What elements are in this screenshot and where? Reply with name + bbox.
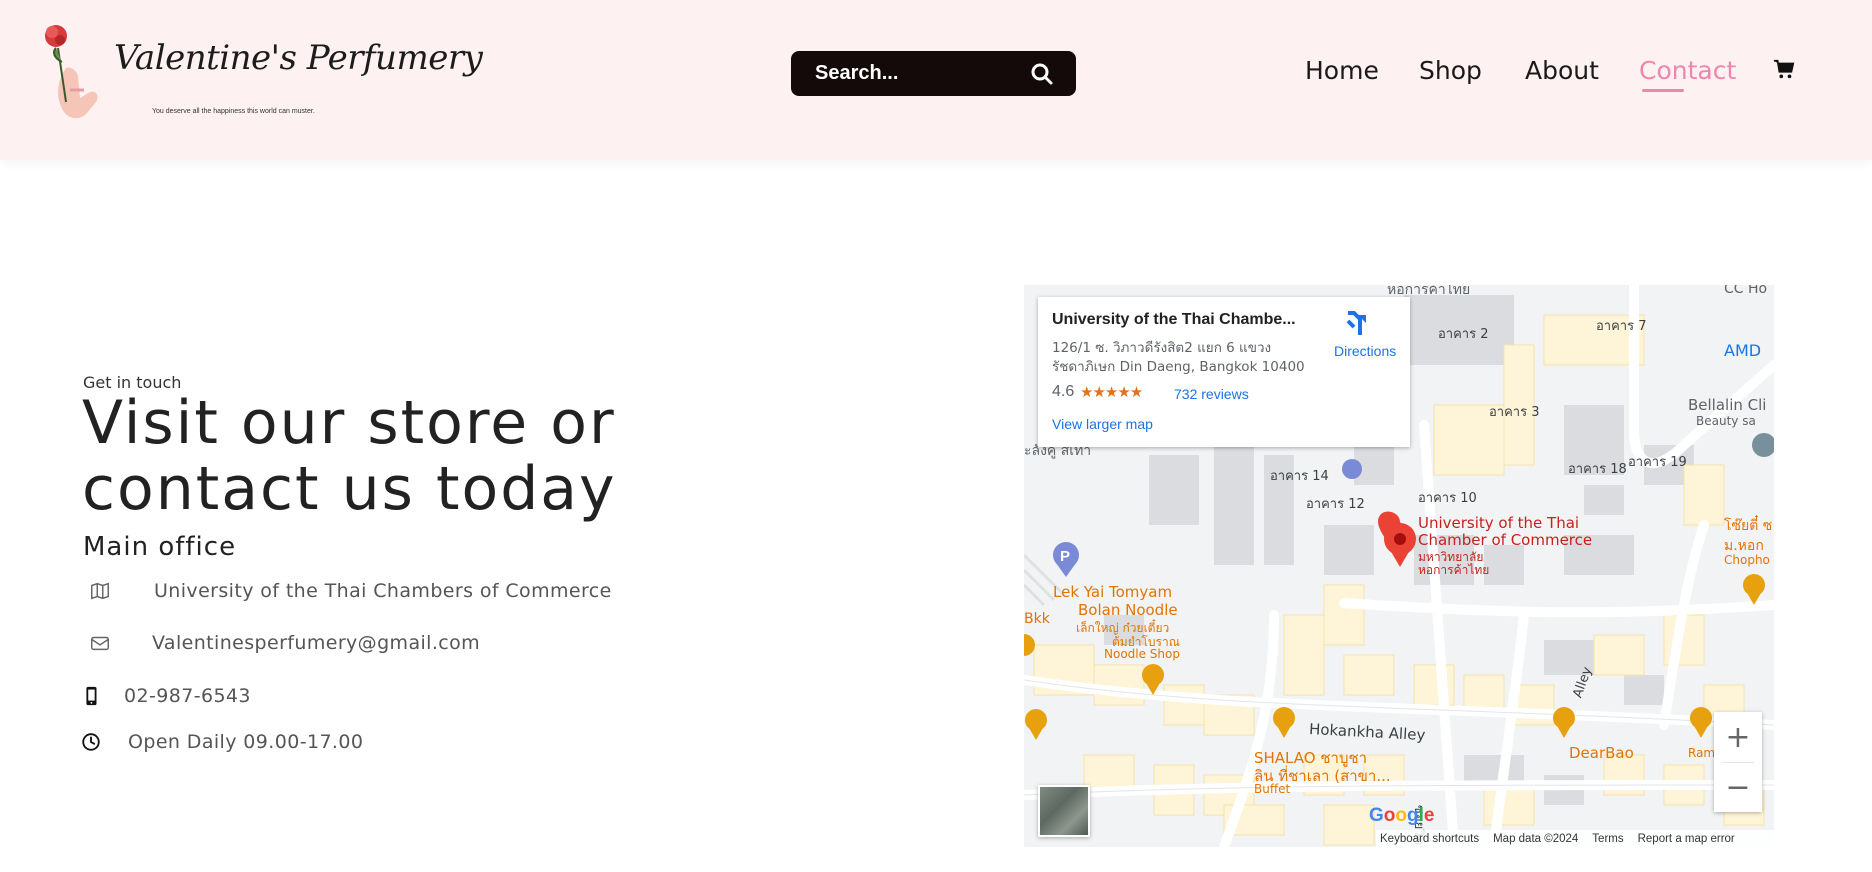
map-place-card: University of the Thai Chambe... 126/1 ซ… <box>1038 297 1410 447</box>
nav-shop[interactable]: Shop <box>1419 56 1482 85</box>
card-rating: 4.6 <box>1052 383 1075 400</box>
card-reviews-link[interactable]: 732 reviews <box>1174 386 1249 402</box>
map-place-name-en-2[interactable]: Chamber of Commerce <box>1418 531 1592 549</box>
svg-text:P: P <box>1060 548 1070 565</box>
satellite-toggle[interactable] <box>1038 785 1090 837</box>
map-label-dearbao[interactable]: DearBao <box>1569 744 1634 762</box>
map-attribution-bar: Keyboard shortcuts Map data ©2024 Terms … <box>1376 830 1774 847</box>
brand-name: Valentine's Perfumery <box>114 38 483 78</box>
map-label-building-14: อาคาร 14 <box>1270 469 1329 484</box>
search-icon[interactable] <box>1030 62 1054 86</box>
map-label-building-12: อาคาร 12 <box>1306 497 1365 512</box>
card-stars: ★★★★★ <box>1080 384 1143 401</box>
map-label-noodle-shop: Noodle Shop <box>1104 647 1180 661</box>
map-label-sushi-en: Chopho <box>1724 553 1770 567</box>
zoom-controls: + − <box>1714 712 1762 812</box>
map-label-bkk: Bkk <box>1024 611 1050 627</box>
map-label-building-18: อาคาร 18 <box>1568 462 1627 477</box>
map-label-buffet: Buffet <box>1254 782 1291 796</box>
google-logo: Google <box>1369 805 1435 826</box>
map-label-building-2: อาคาร 2 <box>1438 327 1489 342</box>
card-address-line-1: 126/1 ซ. วิภาวดีรังสิต2 แยก 6 แขวง <box>1052 340 1272 356</box>
card-address-line-2: รัชดาภิเษก Din Daeng, Bangkok 10400 <box>1052 359 1305 375</box>
nav-about[interactable]: About <box>1525 56 1599 85</box>
map-data-text: Map data ©2024 <box>1493 832 1579 845</box>
phone-row: 02-987-6543 <box>80 685 251 707</box>
page-headline: Visit our store or contact us today <box>82 388 617 524</box>
map-label-beauty: Beauty sa <box>1696 414 1756 428</box>
map-place-name-th-2: หอการค้าไทย <box>1418 563 1490 577</box>
map-label-ram: Ram <box>1688 746 1716 760</box>
card-title: University of the Thai Chambe... <box>1052 311 1296 328</box>
address-text: University of the Thai Chambers of Comme… <box>154 580 612 602</box>
phone-text[interactable]: 02-987-6543 <box>124 685 251 707</box>
map-label-cchouse: CC Ho <box>1724 285 1768 297</box>
terms-link[interactable]: Terms <box>1592 833 1623 845</box>
map-label-building-10: อาคาร 10 <box>1418 491 1477 506</box>
hours-row: Open Daily 09.00-17.00 <box>80 731 363 753</box>
address-row: University of the Thai Chambers of Comme… <box>89 580 612 602</box>
site-header: Valentine's Perfumery You deserve all th… <box>0 0 1872 160</box>
map-label-building-7: อาคาร 7 <box>1596 319 1647 334</box>
search-input[interactable]: Search... <box>815 62 898 85</box>
cart-icon[interactable] <box>1773 58 1795 80</box>
map-label-bolan[interactable]: Bolan Noodle <box>1078 601 1178 619</box>
map-label-amd: AMD <box>1724 341 1762 360</box>
directions-icon[interactable] <box>1344 311 1370 337</box>
email-text[interactable]: Valentinesperfumery@gmail.com <box>152 632 480 654</box>
embedded-map[interactable]: P หอการค้าไทย CC Ho อาคาร 2 อาคาร 7 AMD … <box>1024 285 1774 847</box>
view-larger-map-link[interactable]: View larger map <box>1052 416 1153 432</box>
map-label-sushi-th: โซ๊ยตี๋ ซ <box>1724 518 1773 534</box>
nav-active-indicator <box>1642 89 1684 92</box>
brand-logo[interactable]: Valentine's Perfumery You deserve all th… <box>44 18 483 122</box>
rose-hand-icon <box>45 25 98 119</box>
hours-text: Open Daily 09.00-17.00 <box>128 731 364 753</box>
map-label-bellalin: Bellalin Cli <box>1688 396 1767 414</box>
map-place-name-en[interactable]: University of the Thai <box>1418 514 1579 532</box>
map-icon <box>91 582 109 600</box>
report-map-error-link[interactable]: Report a map error <box>1638 833 1735 845</box>
main-office-heading: Main office <box>83 532 237 562</box>
directions-link[interactable]: Directions <box>1334 343 1396 359</box>
map-label-building-19: อาคาร 19 <box>1628 455 1687 470</box>
clock-icon <box>82 733 100 751</box>
brand-tagline: You deserve all the happiness this world… <box>152 108 315 115</box>
keyboard-shortcuts-link[interactable]: Keyboard shortcuts <box>1380 833 1479 845</box>
map-label-building-3: อาคาร 3 <box>1489 405 1540 420</box>
nav-home[interactable]: Home <box>1305 56 1379 85</box>
map-label-lek-yai[interactable]: Lek Yai Tomyam <box>1053 583 1172 601</box>
nav-contact[interactable]: Contact <box>1639 56 1736 85</box>
zoom-in-button[interactable]: + <box>1714 712 1762 762</box>
card-address: 126/1 ซ. วิภาวดีรังสิต2 แยก 6 แขวง รัชดา… <box>1052 339 1312 377</box>
email-row: Valentinesperfumery@gmail.com <box>89 632 480 654</box>
zoom-out-button[interactable]: − <box>1714 762 1762 812</box>
search-bar[interactable]: Search... <box>791 51 1076 96</box>
phone-icon <box>86 686 97 706</box>
envelope-icon <box>91 636 109 651</box>
